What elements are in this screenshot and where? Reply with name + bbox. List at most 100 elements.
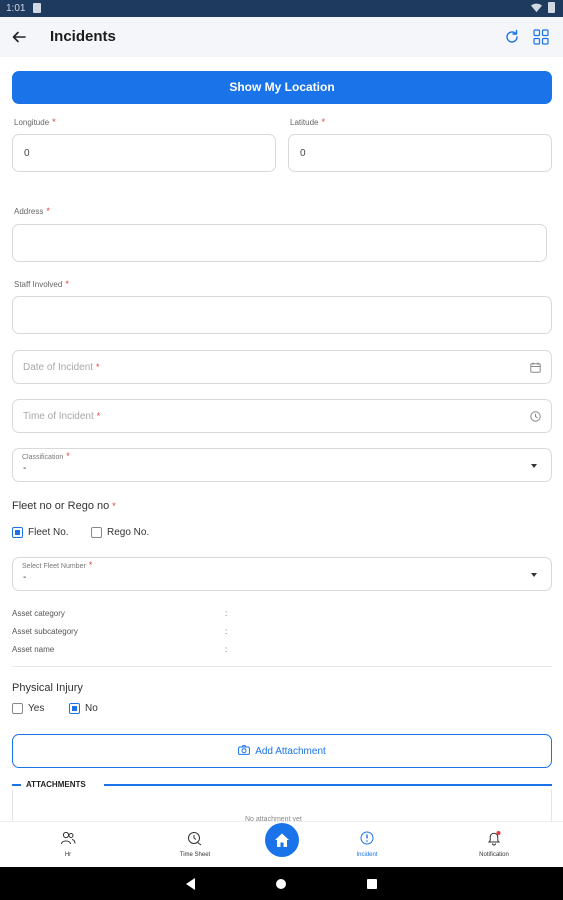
chevron-down-icon [531,464,537,468]
add-attachment-label: Add Attachment [255,746,326,757]
asset-category-separator: : [225,609,228,618]
time-of-incident-field[interactable]: Time of Incident * [12,399,552,433]
home-fab-button[interactable] [265,823,299,857]
battery-icon [548,2,555,13]
longitude-field[interactable]: 0 [12,134,276,172]
nav-item-hr[interactable]: Hr [23,822,113,868]
grid-view-icon[interactable] [532,28,550,46]
divider [12,666,552,667]
fleet-number-select[interactable]: Select Fleet Number * - [12,557,552,591]
required-marker: * [96,362,100,372]
address-label-text: Address [14,207,44,216]
nav-label-incident: Incident [356,852,378,858]
clock-icon[interactable] [530,411,541,422]
app-bar: Incidents [0,17,563,57]
calendar-icon[interactable] [530,362,541,373]
staff-involved-field[interactable] [12,296,552,334]
add-attachment-content: Add Attachment [13,745,551,757]
required-marker: * [52,117,56,127]
fleet-no-checkbox[interactable] [12,527,23,538]
wifi-icon [531,3,542,13]
asset-category-label: Asset category [12,609,65,618]
timesheet-icon [188,832,202,846]
time-of-incident-placeholder: Time of Incident * [23,411,100,422]
rego-no-option[interactable]: Rego No. [91,527,149,538]
required-marker: * [321,117,325,127]
classification-label-text: Classification [22,454,64,461]
rego-no-label: Rego No. [107,527,150,538]
classification-value: - [23,463,27,474]
nav-item-notification[interactable]: Notification [449,822,539,868]
asset-subcategory-label: Asset subcategory [12,627,78,636]
asset-subcategory-separator: : [225,627,228,636]
status-bar: 1:01 [0,0,563,17]
required-marker: * [66,451,70,461]
latitude-field[interactable]: 0 [288,134,552,172]
add-attachment-button[interactable]: Add Attachment [12,734,552,768]
system-navigation-bar [0,867,563,900]
nav-item-timesheet[interactable]: Time Sheet [150,822,240,868]
rego-no-checkbox[interactable] [91,527,102,538]
nav-item-incident[interactable]: Incident [322,822,412,868]
injury-yes-option[interactable]: Yes [12,703,44,714]
sd-card-icon [33,3,41,13]
required-marker: * [88,560,93,570]
fleet-number-value: - [23,572,27,583]
asset-name-label: Asset name [12,645,55,654]
system-home-icon[interactable] [276,879,286,889]
injury-yes-label: Yes [28,703,45,714]
date-of-incident-field[interactable]: Date of Incident * [12,350,552,384]
nav-label-hr: Hr [64,852,72,858]
fleet-rego-title: Fleet no or Rego no * [12,500,116,512]
attachments-heading: ATTACHMENTS [26,780,86,789]
attachments-rule-right [104,784,552,786]
classification-select[interactable]: Classification * - [12,448,552,482]
date-of-incident-placeholder: Date of Incident * [23,362,100,373]
injury-no-checkbox[interactable] [69,703,80,714]
staff-involved-label-text: Staff Involved [14,280,63,289]
required-marker: * [96,411,101,421]
fleet-no-option[interactable]: Fleet No. [12,527,69,538]
asset-name-separator: : [225,645,228,654]
classification-label: Classification * [22,451,70,461]
injury-yes-checkbox[interactable] [12,703,23,714]
latitude-label-text: Latitude [290,118,319,127]
injury-no-option[interactable]: No [69,703,98,714]
time-placeholder-text: Time of Incident [23,411,94,422]
required-marker: * [65,279,69,289]
staff-involved-label: Staff Involved * [14,279,69,289]
page-title: Incidents [50,28,116,45]
nav-label-timesheet: Time Sheet [179,852,211,858]
home-icon [275,833,289,847]
fleet-number-label: Select Fleet Number * [22,560,92,570]
fleet-number-label-text: Select Fleet Number [22,563,86,570]
status-icons [531,2,555,13]
injury-no-label: No [85,703,98,714]
show-my-location-button[interactable]: Show My Location [12,71,552,104]
latitude-value: 0 [300,148,306,159]
date-placeholder-text: Date of Incident [23,362,94,373]
chevron-down-icon [531,573,537,577]
longitude-label: Longitude * [14,117,56,127]
refresh-icon[interactable] [503,28,521,46]
longitude-value: 0 [24,148,30,159]
system-back-icon[interactable] [186,878,195,890]
fleet-no-label: Fleet No. [28,527,69,538]
address-label: Address * [14,206,50,216]
address-field[interactable] [12,224,547,262]
attachments-rule-left [12,784,21,786]
fleet-rego-title-text: Fleet no or Rego no [12,500,110,512]
status-time: 1:01 [6,3,26,14]
required-marker: * [46,206,50,216]
people-icon [61,831,76,845]
latitude-label: Latitude * [290,117,325,127]
system-recents-icon[interactable] [367,879,377,889]
longitude-label-text: Longitude [14,118,50,127]
camera-icon [238,745,251,755]
physical-injury-title: Physical Injury [12,682,83,694]
required-marker: * [112,501,116,511]
bell-icon [487,831,501,846]
back-arrow-icon[interactable] [10,28,28,46]
nav-label-notification: Notification [479,852,509,858]
incident-icon [360,831,374,845]
